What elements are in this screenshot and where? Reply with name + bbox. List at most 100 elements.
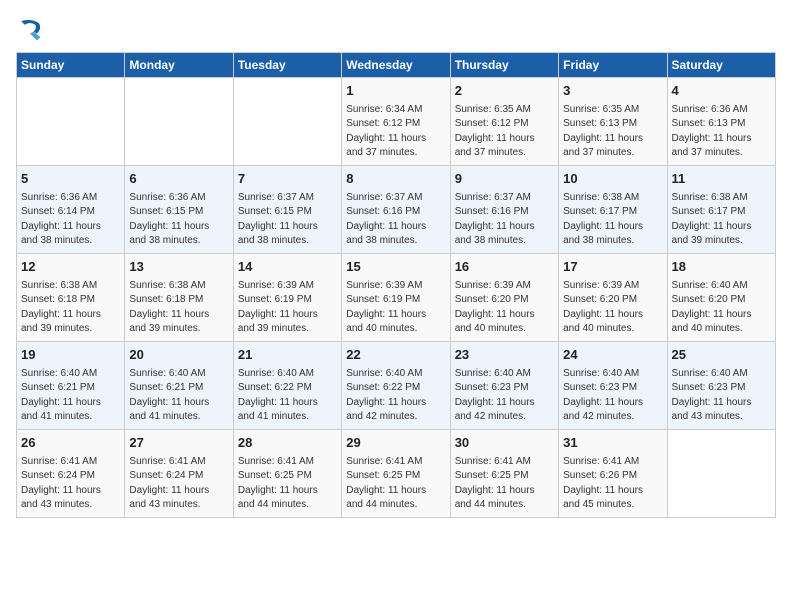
calendar-cell [125, 78, 233, 166]
weekday-header-saturday: Saturday [667, 53, 775, 78]
calendar-cell: 28Sunrise: 6:41 AMSunset: 6:25 PMDayligh… [233, 430, 341, 518]
cell-info-line: Daylight: 11 hours [129, 484, 228, 499]
cell-info-line: and 45 minutes. [563, 498, 662, 513]
calendar-cell: 18Sunrise: 6:40 AMSunset: 6:20 PMDayligh… [667, 254, 775, 342]
cell-info-line: Sunset: 6:14 PM [21, 205, 120, 220]
weekday-header-wednesday: Wednesday [342, 53, 450, 78]
cell-info-line: and 37 minutes. [563, 146, 662, 161]
cell-info-line: Sunrise: 6:38 AM [563, 191, 662, 206]
calendar-cell: 16Sunrise: 6:39 AMSunset: 6:20 PMDayligh… [450, 254, 558, 342]
cell-info-line: Daylight: 11 hours [672, 308, 771, 323]
cell-info-line: and 40 minutes. [672, 322, 771, 337]
day-number: 16 [455, 258, 554, 277]
calendar-cell: 17 Sunrise: 6:39 AMSunset: 6:20 PMDayligh… [559, 254, 667, 342]
page-header [16, 16, 776, 44]
cell-info-line: Daylight: 11 hours [21, 396, 120, 411]
calendar-cell: 6 Sunrise: 6:36 AMSunset: 6:15 PMDaylight… [125, 166, 233, 254]
cell-info-line: Sunrise: 6:39 AM [563, 279, 662, 294]
day-number: 6 [129, 170, 228, 189]
cell-info-line: Sunset: 6:13 PM [672, 117, 771, 132]
cell-info-line: Sunset: 6:23 PM [672, 381, 771, 396]
cell-info-line: and 43 minutes. [129, 498, 228, 513]
cell-info-line: Daylight: 11 hours [672, 396, 771, 411]
cell-info-line: Sunrise: 6:40 AM [238, 367, 337, 382]
day-number: 1 [346, 82, 445, 101]
day-number: 24 [563, 346, 662, 365]
cell-info-line: and 38 minutes. [21, 234, 120, 249]
day-number: 10 [563, 170, 662, 189]
cell-info-line: Daylight: 11 hours [21, 308, 120, 323]
cell-info-line: Sunset: 6:15 PM [129, 205, 228, 220]
cell-info-line: Sunrise: 6:34 AM [346, 103, 445, 118]
cell-info-line: Sunset: 6:19 PM [238, 293, 337, 308]
cell-info-line: Sunrise: 6:37 AM [455, 191, 554, 206]
cell-info-line: and 41 minutes. [238, 410, 337, 425]
calendar-cell: 23Sunrise: 6:40 AMSunset: 6:23 PMDayligh… [450, 342, 558, 430]
cell-info-line: Daylight: 11 hours [563, 132, 662, 147]
cell-info-line: Daylight: 11 hours [21, 220, 120, 235]
cell-info-line: and 37 minutes. [346, 146, 445, 161]
cell-info-line: Sunrise: 6:40 AM [672, 367, 771, 382]
cell-info-line: Sunset: 6:12 PM [455, 117, 554, 132]
cell-info-line: and 39 minutes. [672, 234, 771, 249]
cell-info-line: Sunrise: 6:39 AM [346, 279, 445, 294]
cell-info-line: Sunset: 6:17 PM [563, 205, 662, 220]
calendar-cell: 29Sunrise: 6:41 AMSunset: 6:25 PMDayligh… [342, 430, 450, 518]
calendar-cell: 5Sunrise: 6:36 AMSunset: 6:14 PMDaylight… [17, 166, 125, 254]
calendar-cell [667, 430, 775, 518]
cell-info-line: Sunrise: 6:40 AM [21, 367, 120, 382]
day-number: 9 [455, 170, 554, 189]
day-number: 25 [672, 346, 771, 365]
cell-info-line: Sunrise: 6:36 AM [129, 191, 228, 206]
cell-info-line: Sunset: 6:20 PM [563, 293, 662, 308]
cell-info-line: and 40 minutes. [563, 322, 662, 337]
cell-info-line: and 44 minutes. [346, 498, 445, 513]
day-number: 31 [563, 434, 662, 453]
weekday-header-tuesday: Tuesday [233, 53, 341, 78]
logo-icon [16, 16, 44, 44]
cell-info-line: Daylight: 11 hours [455, 396, 554, 411]
cell-info-line: Sunrise: 6:41 AM [563, 455, 662, 470]
cell-info-line: Daylight: 11 hours [346, 484, 445, 499]
day-number: 4 [672, 82, 771, 101]
cell-info-line: and 41 minutes. [21, 410, 120, 425]
cell-info-line: Sunset: 6:25 PM [238, 469, 337, 484]
cell-info-line: Sunrise: 6:41 AM [346, 455, 445, 470]
cell-info-line: Sunrise: 6:40 AM [455, 367, 554, 382]
cell-info-line: Sunset: 6:24 PM [129, 469, 228, 484]
cell-info-line: Daylight: 11 hours [672, 220, 771, 235]
cell-info-line: Daylight: 11 hours [129, 308, 228, 323]
day-number: 12 [21, 258, 120, 277]
cell-info-line: Daylight: 11 hours [238, 396, 337, 411]
cell-info-line: Daylight: 11 hours [238, 484, 337, 499]
cell-info-line: Sunset: 6:23 PM [563, 381, 662, 396]
day-number: 17 [563, 258, 662, 277]
calendar-cell: 19Sunrise: 6:40 AMSunset: 6:21 PMDayligh… [17, 342, 125, 430]
day-number: 26 [21, 434, 120, 453]
calendar-cell: 1Sunrise: 6:34 AMSunset: 6:12 PMDaylight… [342, 78, 450, 166]
cell-info-line: and 38 minutes. [129, 234, 228, 249]
calendar-cell: 21Sunrise: 6:40 AMSunset: 6:22 PMDayligh… [233, 342, 341, 430]
cell-info-line: Daylight: 11 hours [455, 220, 554, 235]
cell-info-line: Daylight: 11 hours [563, 308, 662, 323]
weekday-header-thursday: Thursday [450, 53, 558, 78]
calendar-cell: 31Sunrise: 6:41 AMSunset: 6:26 PMDayligh… [559, 430, 667, 518]
cell-info-line: Sunrise: 6:36 AM [21, 191, 120, 206]
cell-info-line: Sunset: 6:16 PM [455, 205, 554, 220]
cell-info-line: and 44 minutes. [238, 498, 337, 513]
calendar-cell: 9 Sunrise: 6:37 AMSunset: 6:16 PMDaylight… [450, 166, 558, 254]
cell-info-line: Daylight: 11 hours [129, 220, 228, 235]
cell-info-line: Sunrise: 6:35 AM [563, 103, 662, 118]
weekday-header-friday: Friday [559, 53, 667, 78]
calendar-cell: 3Sunrise: 6:35 AMSunset: 6:13 PMDaylight… [559, 78, 667, 166]
calendar-cell: 4Sunrise: 6:36 AMSunset: 6:13 PMDaylight… [667, 78, 775, 166]
calendar-cell: 8Sunrise: 6:37 AMSunset: 6:16 PMDaylight… [342, 166, 450, 254]
day-number: 14 [238, 258, 337, 277]
cell-info-line: Daylight: 11 hours [455, 308, 554, 323]
calendar-cell: 24Sunrise: 6:40 AMSunset: 6:23 PMDayligh… [559, 342, 667, 430]
cell-info-line: and 42 minutes. [346, 410, 445, 425]
cell-info-line: Daylight: 11 hours [238, 308, 337, 323]
day-number: 21 [238, 346, 337, 365]
calendar-cell: 13Sunrise: 6:38 AMSunset: 6:18 PMDayligh… [125, 254, 233, 342]
calendar-cell: 25 Sunrise: 6:40 AMSunset: 6:23 PMDayligh… [667, 342, 775, 430]
